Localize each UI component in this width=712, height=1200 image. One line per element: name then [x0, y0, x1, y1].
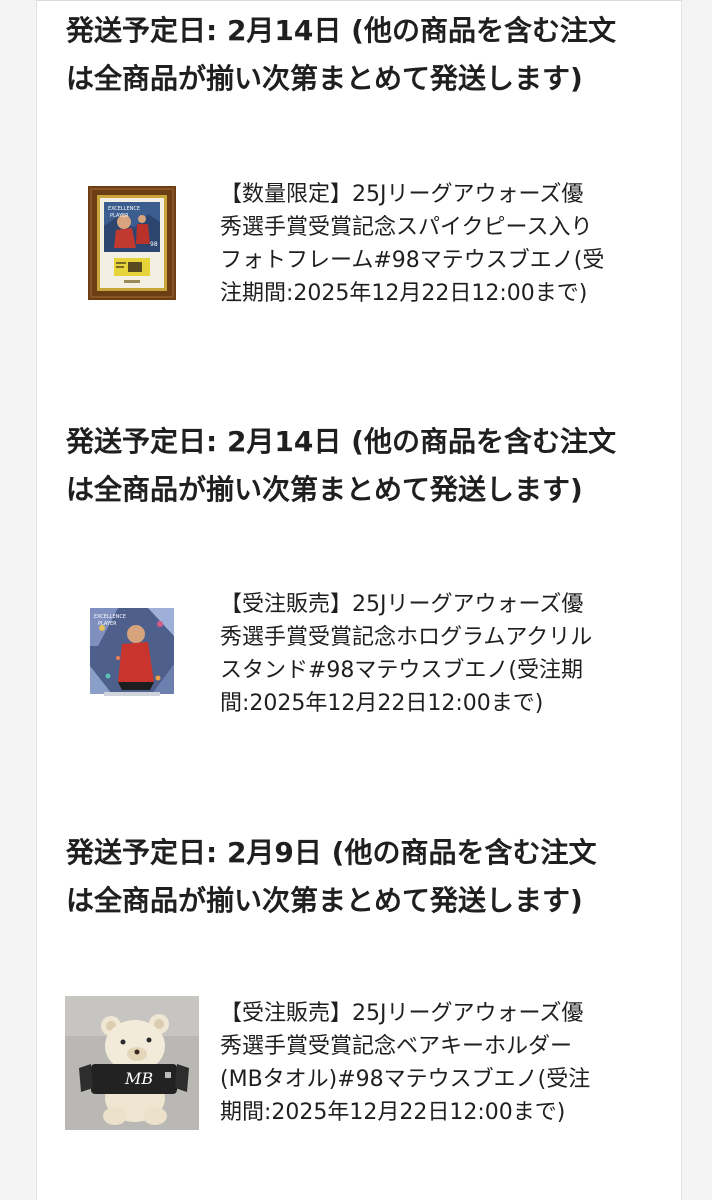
shipping-date-heading: 発送予定日: 2月14日 (他の商品を含む注文 は全商品が揃い次第まとめて発送し…	[66, 7, 666, 103]
product-name-line: 期間:2025年12月22日12:00まで)	[220, 1100, 566, 1125]
framed-photo-icon[interactable]: EXCELLENCE PLAYER 98	[88, 186, 176, 300]
shipping-date-heading-line: は全商品が揃い次第まとめて発送します)	[66, 62, 583, 95]
shipping-date-heading-line: 発送予定日: 2月14日 (他の商品を含む注文	[66, 14, 616, 47]
svg-text:98: 98	[150, 241, 158, 248]
product-name-line: 【受注販売】25Jリーグアウォーズ優	[220, 592, 584, 617]
product-name-line: 【数量限定】25Jリーグアウォーズ優	[220, 182, 584, 207]
bear-keyholder-icon[interactable]: MB	[65, 996, 199, 1130]
product-name-line: (MBタオル)#98マテウスブエノ(受注	[220, 1067, 591, 1092]
product-name-line: 注期間:2025年12月22日12:00まで)	[220, 281, 588, 306]
product-name-line: 秀選手賞受賞記念ホログラムアクリル	[220, 625, 593, 650]
shipping-date-heading-line: 発送予定日: 2月9日 (他の商品を含む注文	[66, 836, 597, 869]
svg-text:MB: MB	[124, 1069, 153, 1088]
shipping-date-heading: 発送予定日: 2月14日 (他の商品を含む注文 は全商品が揃い次第まとめて発送し…	[66, 418, 666, 514]
shipping-date-heading-line: は全商品が揃い次第まとめて発送します)	[66, 884, 583, 917]
product-name-link[interactable]: 【受注販売】25Jリーグアウォーズ優 秀選手賞受賞記念ホログラムアクリル スタン…	[220, 588, 660, 720]
shipping-date-heading-line: 発送予定日: 2月14日 (他の商品を含む注文	[66, 425, 616, 458]
product-name-link[interactable]: 【数量限定】25Jリーグアウォーズ優 秀選手賞受賞記念スパイクピース入り フォト…	[220, 178, 660, 310]
svg-text:EXCELLENCE: EXCELLENCE	[108, 206, 140, 212]
product-name-line: 秀選手賞受賞記念ベアキーホルダー	[220, 1034, 573, 1059]
product-name-line: フォトフレーム#98マテウスブエノ(受	[220, 248, 605, 273]
product-name-line: 秀選手賞受賞記念スパイクピース入り	[220, 215, 593, 240]
product-name-line: 【受注販売】25Jリーグアウォーズ優	[220, 1001, 584, 1026]
product-name-line: 間:2025年12月22日12:00まで)	[220, 691, 544, 716]
svg-text:EXCELLENCE: EXCELLENCE	[94, 614, 126, 620]
svg-text:PLAYER: PLAYER	[110, 213, 129, 219]
shipping-date-heading-line: は全商品が揃い次第まとめて発送します)	[66, 473, 583, 506]
product-name-link[interactable]: 【受注販売】25Jリーグアウォーズ優 秀選手賞受賞記念ベアキーホルダー (MBタ…	[220, 997, 660, 1129]
product-name-line: スタンド#98マテウスブエノ(受注期	[220, 658, 584, 683]
top-divider	[36, 0, 682, 1]
svg-text:PLAYER: PLAYER	[98, 621, 117, 627]
hologram-acrylic-stand-icon[interactable]: EXCELLENCE PLAYER	[88, 606, 176, 698]
shipping-date-heading: 発送予定日: 2月9日 (他の商品を含む注文 は全商品が揃い次第まとめて発送しま…	[66, 829, 666, 925]
